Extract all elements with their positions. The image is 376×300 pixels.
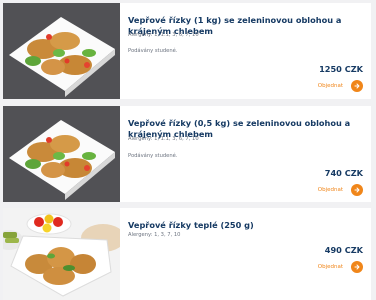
- product-allergens: Alergeny: 1, 1.1, 3, 6, 7, 10: [128, 32, 199, 38]
- product-note: Podávány studené.: [128, 48, 178, 54]
- order-button-label[interactable]: Objednat: [318, 83, 343, 89]
- product-list: Vepřové řízky (1 kg) se zeleninovou oblo…: [0, 0, 376, 300]
- product-info: Vepřové řízky (0,5 kg) se zeleninovou ob…: [128, 106, 371, 202]
- product-info: Vepřové řízky teplé (250 g) Alergeny: 1,…: [128, 208, 371, 300]
- product-allergens: Alergeny: 1, 3, 7, 10: [128, 232, 181, 238]
- product-info: Vepřové řízky (1 kg) se zeleninovou oblo…: [128, 3, 371, 99]
- product-title[interactable]: Vepřové řízky teplé (250 g): [128, 220, 366, 231]
- product-card: Vepřové řízky teplé (250 g) Alergeny: 1,…: [3, 208, 371, 300]
- order-button-label[interactable]: Objednat: [318, 187, 343, 193]
- arrow-right-icon[interactable]: [351, 260, 363, 273]
- arrow-right-icon[interactable]: [351, 183, 363, 196]
- product-image[interactable]: [3, 208, 120, 300]
- product-allergens: Alergeny: 1, 1.1, 3, 6, 7, 10: [128, 136, 199, 142]
- arrow-right-icon[interactable]: [351, 79, 363, 92]
- product-price: 740 CZK: [324, 168, 363, 178]
- order-button[interactable]: Objednat: [318, 79, 363, 92]
- product-card: Vepřové řízky (0,5 kg) se zeleninovou ob…: [3, 106, 371, 202]
- product-card: Vepřové řízky (1 kg) se zeleninovou oblo…: [3, 3, 371, 99]
- order-button-label[interactable]: Objednat: [318, 264, 343, 270]
- order-button[interactable]: Objednat: [318, 260, 363, 273]
- order-button[interactable]: Objednat: [318, 183, 363, 196]
- product-image[interactable]: [3, 3, 120, 99]
- product-price: 490 CZK: [324, 245, 363, 255]
- product-price: 1250 CZK: [319, 64, 363, 74]
- product-note: Podávány studené.: [128, 153, 178, 159]
- product-image[interactable]: [3, 106, 120, 202]
